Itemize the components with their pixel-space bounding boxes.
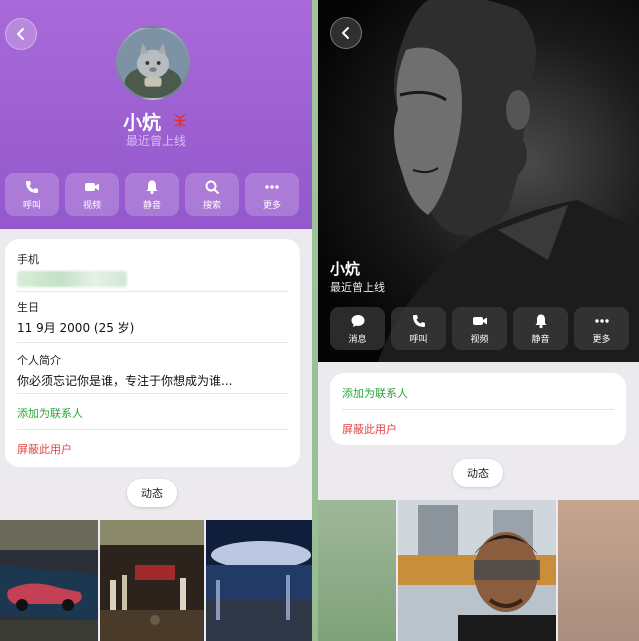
divider bbox=[17, 429, 288, 430]
add-contact-button[interactable]: 添加为联系人 bbox=[342, 385, 614, 401]
posts-tab[interactable]: 动态 bbox=[127, 479, 177, 507]
lobster-emoji-icon bbox=[173, 114, 186, 128]
profile-info-card: 手机 生日 11 9月 2000 (25 岁) 个人简介 你必须忘记你是谁，专注… bbox=[5, 239, 300, 467]
video-label: 视频 bbox=[470, 334, 489, 345]
divider bbox=[17, 393, 288, 394]
action-bar: 消息 呼叫 视频 静音 更多 bbox=[330, 307, 629, 350]
call-label: 呼叫 bbox=[22, 200, 41, 211]
more-label: 更多 bbox=[262, 200, 281, 211]
phone-number-redacted bbox=[17, 271, 127, 287]
video-icon bbox=[472, 316, 487, 325]
phone-icon bbox=[412, 314, 425, 327]
night-market-photo bbox=[206, 520, 312, 641]
media-thumbnail[interactable] bbox=[558, 500, 639, 641]
chevron-left-icon bbox=[342, 27, 349, 39]
profile-name: 小炕 bbox=[330, 260, 361, 278]
mute-button[interactable]: 静音 bbox=[125, 173, 179, 216]
add-contact-button[interactable]: 添加为联系人 bbox=[17, 405, 288, 421]
block-user-button[interactable]: 屏蔽此用户 bbox=[342, 421, 614, 437]
mute-label: 静音 bbox=[531, 334, 550, 345]
more-button[interactable]: 更多 bbox=[245, 173, 299, 216]
media-thumbnail[interactable] bbox=[398, 500, 556, 641]
mute-button[interactable]: 静音 bbox=[513, 307, 568, 350]
car-screen-photo bbox=[0, 520, 98, 641]
message-label: 消息 bbox=[348, 334, 367, 345]
video-button[interactable]: 视频 bbox=[65, 173, 119, 216]
video-button[interactable]: 视频 bbox=[452, 307, 507, 350]
more-button[interactable]: 更多 bbox=[574, 307, 629, 350]
chevron-left-icon bbox=[17, 28, 24, 40]
video-icon bbox=[85, 182, 99, 191]
cat-photo bbox=[118, 28, 188, 98]
profile-actions-card: 添加为联系人 屏蔽此用户 bbox=[330, 373, 626, 445]
call-button[interactable]: 呼叫 bbox=[391, 307, 446, 350]
selfie-photo bbox=[398, 500, 556, 641]
more-label: 更多 bbox=[592, 334, 611, 345]
divider bbox=[17, 291, 288, 292]
bio-label: 个人简介 bbox=[17, 354, 61, 367]
more-icon bbox=[265, 184, 279, 189]
media-thumbnail[interactable] bbox=[0, 520, 98, 641]
profile-panel-left: 小炕 最近曾上线 呼叫 视频 静音 搜索 更多 手机 生日 11 9月 2000… bbox=[0, 0, 312, 641]
profile-name: 小炕 bbox=[0, 108, 312, 135]
mute-label: 静音 bbox=[142, 200, 161, 211]
profile-name-text: 小炕 bbox=[123, 112, 162, 134]
search-button[interactable]: 搜索 bbox=[185, 173, 239, 216]
divider bbox=[17, 342, 288, 343]
bio-value: 你必须忘记你是谁，专注于你想成为谁... bbox=[17, 374, 233, 388]
media-thumbnail[interactable] bbox=[318, 500, 396, 641]
back-button[interactable] bbox=[330, 17, 362, 49]
media-thumbnail[interactable] bbox=[206, 520, 312, 641]
bar-photo bbox=[100, 520, 204, 641]
search-label: 搜索 bbox=[202, 200, 221, 211]
search-icon bbox=[205, 180, 219, 194]
block-user-button[interactable]: 屏蔽此用户 bbox=[17, 441, 288, 457]
phone-row[interactable]: 手机 bbox=[17, 251, 288, 287]
action-bar: 呼叫 视频 静音 搜索 更多 bbox=[5, 173, 299, 216]
message-icon bbox=[351, 314, 364, 327]
call-label: 呼叫 bbox=[409, 334, 428, 345]
call-button[interactable]: 呼叫 bbox=[5, 173, 59, 216]
birthday-row: 生日 11 9月 2000 (25 岁) bbox=[17, 299, 288, 336]
birthday-label: 生日 bbox=[17, 301, 39, 314]
phone-label: 手机 bbox=[17, 253, 39, 266]
avatar[interactable] bbox=[116, 26, 190, 100]
last-seen-status: 最近曾上线 bbox=[330, 281, 385, 294]
bio-row: 个人简介 你必须忘记你是谁，专注于你想成为谁... bbox=[17, 352, 288, 389]
posts-tab[interactable]: 动态 bbox=[453, 459, 503, 487]
phone-icon bbox=[26, 180, 38, 193]
birthday-value: 11 9月 2000 (25 岁) bbox=[17, 321, 135, 335]
bell-icon bbox=[535, 314, 546, 328]
media-thumbnail[interactable] bbox=[100, 520, 204, 641]
bell-icon bbox=[146, 180, 158, 194]
profile-panel-right: 小炕 最近曾上线 消息 呼叫 视频 静音 更多 添加为联系人 屏蔽此用户 动态 bbox=[318, 0, 639, 641]
last-seen-status: 最近曾上线 bbox=[125, 134, 186, 148]
more-icon bbox=[594, 318, 609, 323]
back-button[interactable] bbox=[5, 18, 37, 50]
video-label: 视频 bbox=[82, 200, 101, 211]
profile-header: 小炕 最近曾上线 呼叫 视频 静音 搜索 更多 bbox=[0, 0, 312, 229]
message-button[interactable]: 消息 bbox=[330, 307, 385, 350]
divider bbox=[342, 409, 614, 410]
